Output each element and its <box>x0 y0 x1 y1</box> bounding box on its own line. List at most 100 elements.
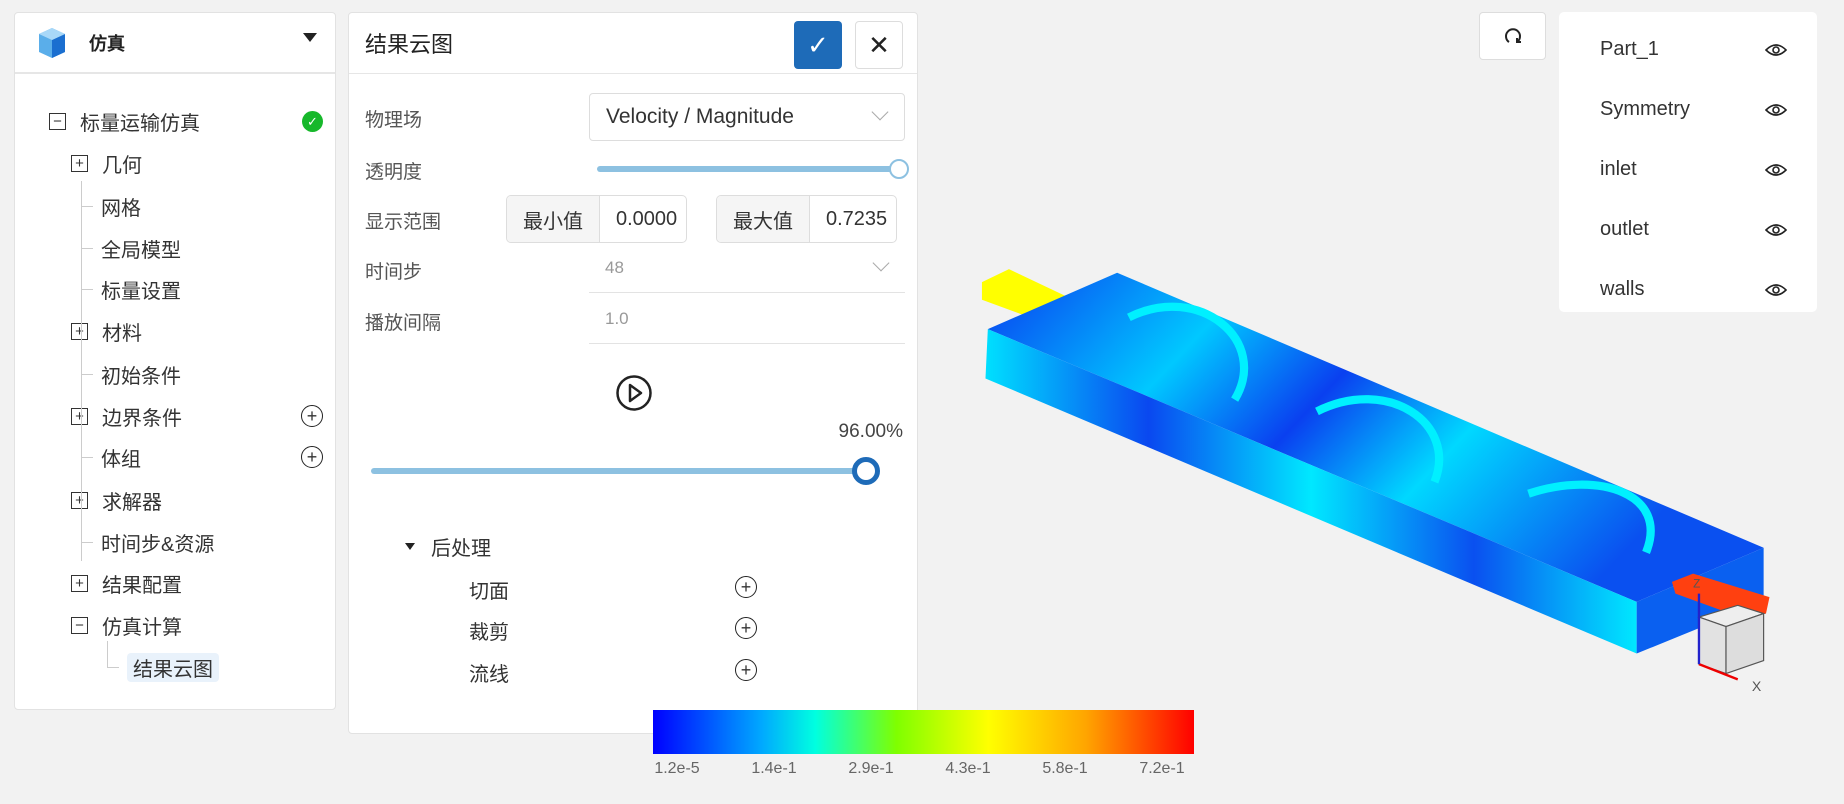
tree-connector <box>81 381 82 461</box>
play-button[interactable] <box>615 374 653 412</box>
range-label: 显示范围 <box>365 212 442 233</box>
max-range-field[interactable]: 最大值 0.7235 <box>716 195 897 243</box>
tree-item-label: 标量运输仿真 <box>80 112 200 135</box>
add-circle-icon[interactable]: + <box>735 659 757 681</box>
timestep-select[interactable]: 48 <box>589 243 905 293</box>
collapse-icon[interactable]: − <box>71 616 88 634</box>
check-icon: ✓ <box>807 29 829 60</box>
add-circle-icon[interactable]: + <box>301 446 323 468</box>
tree-connector <box>81 374 93 375</box>
add-circle-icon[interactable]: + <box>735 576 757 598</box>
tree-item-label: 时间步&资源 <box>101 533 215 556</box>
tree-item-label: 全局模型 <box>101 239 181 262</box>
tree-item[interactable]: 标量设置 <box>101 274 181 304</box>
tree-item-label: 结果配置 <box>102 574 182 597</box>
min-label: 最小值 <box>507 196 600 242</box>
time-slider[interactable] <box>371 468 867 474</box>
add-circle-icon[interactable]: + <box>301 405 323 427</box>
tree-item[interactable]: + 边界条件 <box>71 401 182 431</box>
tree-item-label: 网格 <box>101 197 141 220</box>
tree-connector <box>81 181 82 381</box>
panel-title: 结果云图 <box>365 32 454 57</box>
opacity-slider[interactable] <box>597 166 899 172</box>
tree-item-label: 求解器 <box>102 491 162 514</box>
tree-connector <box>81 461 82 561</box>
colorbar-tick-label: 4.3e-1 <box>945 760 991 777</box>
expand-icon[interactable]: + <box>71 574 88 592</box>
tree-item-label: 边界条件 <box>102 407 182 430</box>
part-name: Part_1 <box>1600 38 1659 60</box>
axis-x-label: X <box>1752 678 1762 694</box>
eye-icon[interactable] <box>1765 163 1787 177</box>
tree-connector <box>81 542 93 543</box>
tree-item[interactable]: 时间步&资源 <box>101 527 214 557</box>
add-circle-icon[interactable]: + <box>735 617 757 639</box>
tree-connector <box>81 248 93 249</box>
tree-item[interactable]: 初始条件 <box>101 359 181 389</box>
tree-item[interactable]: 全局模型 <box>101 233 181 263</box>
axis-z-label: Z <box>1693 578 1700 591</box>
tree-item[interactable]: 体组 <box>101 442 141 472</box>
confirm-button[interactable]: ✓ <box>794 21 842 69</box>
tree-item-label: 标量设置 <box>101 280 181 303</box>
expand-icon[interactable]: + <box>71 491 88 509</box>
sidebar-panel: 仿真 − 标量运输仿真 ✓ + 几何 网格 全局模型 标量设置 + 材料 初始条件 + 边界条件 + 体组 +… <box>14 12 336 710</box>
part-name: Symmetry <box>1600 98 1690 120</box>
eye-icon[interactable] <box>1765 283 1787 297</box>
tree-item-label: 材料 <box>102 322 142 345</box>
parts-visibility-panel: Part_1 Symmetry inlet outlet walls <box>1559 12 1817 312</box>
field-value: Velocity / Magnitude <box>606 105 794 128</box>
result-contour-panel: 结果云图 ✓ ✕ 物理场 Velocity / Magnitude 透明度 显示… <box>348 12 918 734</box>
field-label: 物理场 <box>365 110 423 131</box>
tree-item[interactable]: + 结果配置 <box>71 568 182 598</box>
post-processing-toggle[interactable]: 后处理 <box>405 532 491 561</box>
time-slider-handle[interactable] <box>852 457 881 485</box>
tree-item-label: 初始条件 <box>101 365 181 388</box>
expand-icon[interactable]: + <box>71 154 88 172</box>
reset-view-button[interactable] <box>1479 12 1546 60</box>
tree-item-label: 几何 <box>102 154 142 177</box>
tree-item[interactable]: 结果云图 <box>127 652 219 682</box>
tree-connector <box>81 457 93 458</box>
tree-item[interactable]: + 几何 <box>71 148 142 178</box>
sidebar-header[interactable]: 仿真 <box>15 13 335 74</box>
eye-icon[interactable] <box>1765 103 1787 117</box>
part-name: walls <box>1600 278 1645 300</box>
close-button[interactable]: ✕ <box>855 21 903 69</box>
progress-text: 96.00% <box>838 421 903 442</box>
tree-connector <box>107 667 119 668</box>
min-range-field[interactable]: 最小值 0.0000 <box>506 195 687 243</box>
sidebar-title: 仿真 <box>89 33 125 54</box>
colorbar-tick-label: 5.8e-1 <box>1042 760 1088 777</box>
timestep-value: 48 <box>605 257 624 277</box>
colorbar-tick-label: 1.4e-1 <box>751 760 797 777</box>
colorbar-tick-label: 7.2e-1 <box>1139 760 1185 777</box>
tree-item[interactable]: 网格 <box>101 191 141 221</box>
tree-item[interactable]: + 求解器 <box>71 485 162 515</box>
tree-item-label: 仿真计算 <box>102 616 182 639</box>
post-processing-label: 后处理 <box>431 538 491 560</box>
expand-icon[interactable]: + <box>71 407 88 425</box>
chevron-down-icon <box>871 103 889 121</box>
post-item-label: 切面 <box>469 581 509 603</box>
caret-down-icon[interactable] <box>303 33 317 42</box>
timestep-label: 时间步 <box>365 262 423 283</box>
chevron-down-icon <box>872 254 890 272</box>
max-label: 最大值 <box>717 196 810 242</box>
tree-item[interactable]: − 仿真计算 <box>71 610 182 640</box>
opacity-slider-handle[interactable] <box>889 159 909 179</box>
max-value-input[interactable]: 0.7235 <box>810 196 896 242</box>
collapse-icon[interactable]: − <box>49 112 66 130</box>
interval-label: 播放间隔 <box>365 313 442 334</box>
colorbar-tick-label: 1.2e-5 <box>654 760 700 777</box>
min-value-input[interactable]: 0.0000 <box>600 196 686 242</box>
interval-input[interactable]: 1.0 <box>589 294 905 344</box>
field-select[interactable]: Velocity / Magnitude <box>589 93 905 141</box>
eye-icon[interactable] <box>1765 223 1787 237</box>
expand-icon[interactable]: + <box>71 322 88 340</box>
tree-item[interactable]: − 标量运输仿真 <box>49 106 200 136</box>
colorbar <box>653 710 1194 754</box>
close-icon: ✕ <box>868 29 890 60</box>
post-item-label: 流线 <box>469 664 509 686</box>
eye-icon[interactable] <box>1765 43 1787 57</box>
